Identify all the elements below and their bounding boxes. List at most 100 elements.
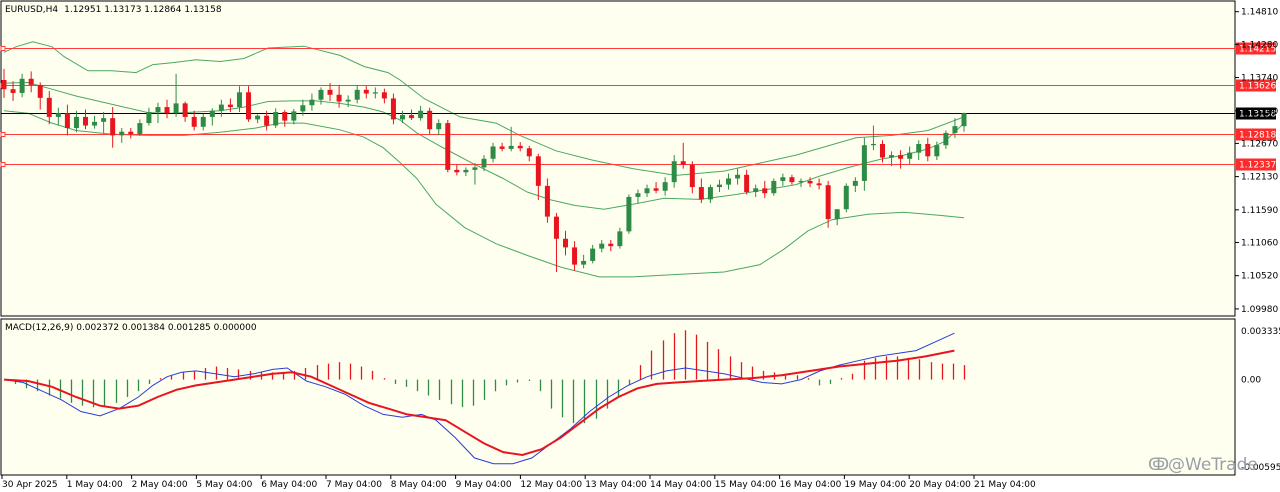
candle-body-77	[698, 187, 704, 200]
time-tick-label-13: 19 May 04:00	[844, 480, 906, 490]
candle-body-67	[608, 243, 614, 247]
candle-body-62	[563, 238, 569, 248]
candle-body-46	[418, 110, 424, 119]
time-tick-label-3: 5 May 04:00	[196, 480, 252, 490]
candle-body-11	[101, 118, 107, 122]
candle-body-27	[246, 92, 252, 120]
level-anchor-4	[0, 162, 6, 167]
candle-body-81	[735, 174, 741, 179]
candle-body-88	[798, 180, 804, 183]
watermark-icon: ↂ	[1148, 455, 1169, 475]
candle-body-90	[816, 183, 822, 186]
candle-body-57	[517, 145, 523, 149]
candle-body-18	[164, 107, 170, 114]
candle-body-25	[227, 104, 233, 108]
price-tick-label-9: 1.09980	[1241, 305, 1278, 315]
candle-body-32	[291, 111, 297, 121]
candle-body-65	[590, 248, 596, 261]
time-tick-label-7: 9 May 04:00	[456, 480, 512, 490]
candle-body-41	[372, 92, 378, 94]
time-tick-label-12: 16 May 04:00	[780, 480, 842, 490]
candle-body-30	[273, 112, 279, 126]
watermark-text: @WeTrade	[1168, 455, 1258, 475]
candle-body-9	[83, 116, 89, 126]
macd-tick-label-1: 0.00	[1241, 376, 1261, 386]
macd-tick-label-0: 0.003335	[1241, 327, 1280, 337]
candle-body-23	[209, 110, 215, 117]
candle-body-89	[807, 180, 813, 184]
candle-body-92	[834, 209, 840, 220]
candle-body-103	[934, 145, 940, 157]
candle-body-35	[318, 89, 324, 100]
price-tick-label-2: 1.13740	[1241, 74, 1278, 84]
candle-body-86	[780, 177, 786, 181]
candle-body-20	[182, 103, 188, 117]
candle-body-3	[28, 78, 34, 85]
candle-body-24	[218, 104, 224, 111]
time-tick-label-8: 12 May 04:00	[520, 480, 582, 490]
candle-body-99	[898, 155, 904, 159]
watermark: ↂ @WeTrade	[1148, 455, 1258, 475]
macd-label: MACD(12,26,9) 0.002372 0.001384 0.001285…	[5, 323, 257, 333]
candle-body-1	[10, 89, 16, 93]
candle-body-33	[300, 105, 306, 112]
candle-body-17	[155, 107, 161, 112]
candle-body-52	[472, 167, 478, 170]
candle-body-59	[535, 156, 541, 186]
time-tick-label-11: 15 May 04:00	[715, 480, 777, 490]
symbol-header: EURUSD,H4 1.12951 1.13173 1.12864 1.13158	[5, 5, 222, 15]
time-tick-label-6: 8 May 04:00	[391, 480, 447, 490]
candle-body-40	[363, 89, 369, 94]
candle-body-44	[399, 115, 405, 120]
candle-body-42	[381, 92, 387, 99]
candle-body-78	[707, 187, 713, 200]
candle-body-55	[499, 146, 505, 149]
candle-body-38	[345, 99, 351, 102]
candle-body-26	[236, 92, 242, 108]
price-tick-label-1: 1.14280	[1241, 40, 1278, 50]
candle-body-0	[1, 80, 7, 90]
time-tick-label-9: 13 May 04:00	[585, 480, 647, 490]
candle-body-83	[753, 188, 759, 192]
candle-body-29	[264, 115, 270, 126]
ohlc-values: 1.12951 1.13173 1.12864 1.13158	[64, 5, 222, 15]
price-tick-label-8: 1.10520	[1241, 272, 1278, 282]
candle-body-31	[282, 112, 288, 121]
level-anchor-0	[0, 46, 6, 51]
candle-body-50	[454, 169, 460, 173]
price-tick-label-7: 1.11060	[1241, 238, 1278, 248]
chart-canvas: 1.142151.136261.131581.128181.12337 1.14…	[0, 0, 1280, 492]
candle-body-72	[653, 188, 659, 191]
candle-body-6	[55, 113, 61, 117]
time-tick-label-4: 6 May 04:00	[261, 480, 317, 490]
candle-body-105	[952, 126, 958, 133]
candle-body-43	[390, 98, 396, 120]
candle-body-75	[680, 161, 686, 165]
time-tick-label-0: 30 Apr 2025	[2, 480, 58, 490]
candle-body-47	[427, 110, 433, 130]
candle-body-49	[445, 123, 451, 170]
candle-body-76	[689, 164, 695, 188]
candle-body-95	[861, 145, 867, 181]
time-tick-label-1: 1 May 04:00	[67, 480, 123, 490]
candle-body-66	[599, 243, 605, 249]
candle-body-16	[146, 112, 152, 124]
candle-body-98	[889, 155, 895, 158]
candle-body-102	[925, 144, 931, 157]
candle-body-80	[726, 178, 732, 185]
candle-body-13	[119, 131, 125, 136]
candle-body-48	[436, 123, 442, 130]
candle-body-36	[327, 89, 333, 95]
candle-body-91	[825, 185, 831, 220]
candle-body-94	[852, 180, 858, 186]
candle-body-28	[255, 115, 261, 120]
candle-body-21	[191, 116, 197, 127]
candle-body-74	[671, 161, 677, 183]
time-tick-label-5: 7 May 04:00	[326, 480, 382, 490]
candle-body-19	[173, 103, 179, 114]
time-tick-label-2: 2 May 04:00	[132, 480, 188, 490]
candle-body-101	[916, 144, 922, 153]
candle-body-73	[662, 182, 668, 191]
candle-body-14	[128, 131, 134, 135]
candle-body-100	[907, 152, 913, 159]
